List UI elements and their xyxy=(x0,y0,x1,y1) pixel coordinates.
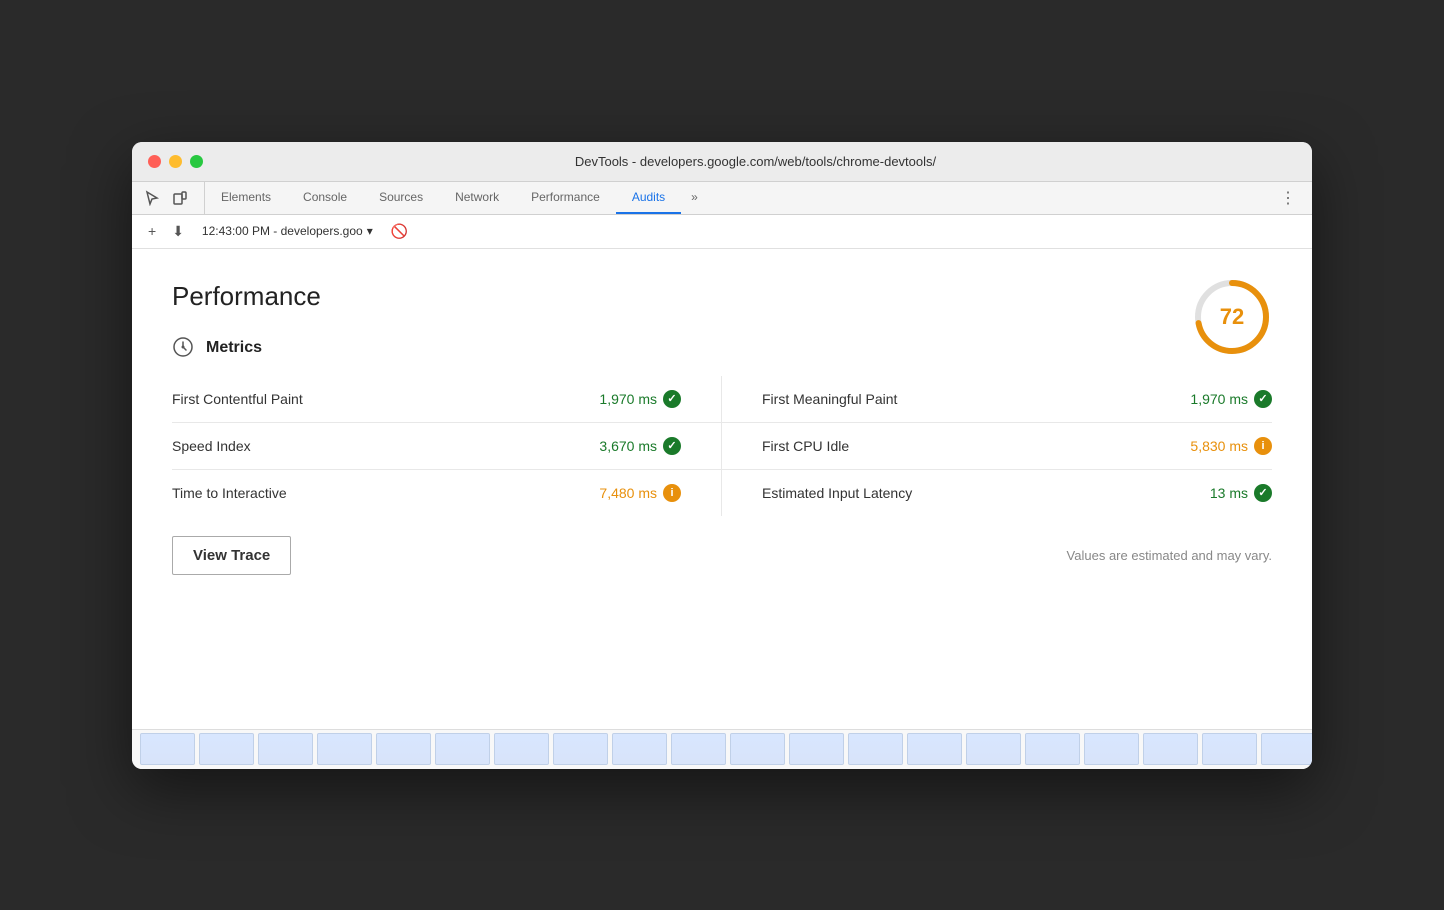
metric-name: First Meaningful Paint xyxy=(762,391,897,407)
tab-elements[interactable]: Elements xyxy=(205,182,287,214)
status-info-icon: i xyxy=(663,484,681,502)
audit-dropdown[interactable]: 12:43:00 PM - developers.goo ▾ xyxy=(196,222,379,240)
score-circle-container: 72 xyxy=(1192,277,1272,357)
status-check-icon: ✓ xyxy=(663,437,681,455)
metric-value-group: 7,480 ms i xyxy=(599,484,681,502)
film-frame[interactable] xyxy=(1025,733,1080,765)
film-frame[interactable] xyxy=(258,733,313,765)
cursor-icon-button[interactable] xyxy=(140,186,164,210)
metric-name: First Contentful Paint xyxy=(172,391,303,407)
metric-estimated-input-latency: Estimated Input Latency 13 ms ✓ xyxy=(722,470,1272,516)
metrics-clock-icon xyxy=(172,336,196,360)
metric-value: 13 ms xyxy=(1210,485,1248,501)
tab-network[interactable]: Network xyxy=(439,182,515,214)
metric-speed-index: Speed Index 3,670 ms ✓ xyxy=(172,423,722,470)
view-trace-button[interactable]: View Trace xyxy=(172,536,291,575)
tab-performance[interactable]: Performance xyxy=(515,182,616,214)
audit-time-label: 12:43:00 PM - developers.goo xyxy=(202,224,363,238)
download-button[interactable]: ⬇ xyxy=(168,221,188,242)
film-frame[interactable] xyxy=(730,733,785,765)
performance-title: Performance xyxy=(172,281,1272,312)
film-frame[interactable] xyxy=(907,733,962,765)
film-frame[interactable] xyxy=(435,733,490,765)
filmstrip xyxy=(132,729,1312,769)
tab-audits[interactable]: Audits xyxy=(616,182,681,214)
metrics-grid: First Contentful Paint 1,970 ms ✓ First … xyxy=(172,376,1272,516)
more-tabs-button[interactable]: » xyxy=(681,182,708,214)
film-frame[interactable] xyxy=(671,733,726,765)
window-controls xyxy=(148,155,203,168)
metric-name: First CPU Idle xyxy=(762,438,849,454)
metric-value-group: 5,830 ms i xyxy=(1190,437,1272,455)
film-frame[interactable] xyxy=(966,733,1021,765)
metric-value: 1,970 ms xyxy=(1190,391,1248,407)
main-content: 72 Performance Metrics First Contentful … xyxy=(132,249,1312,729)
metric-value-group: 1,970 ms ✓ xyxy=(599,390,681,408)
tab-console[interactable]: Console xyxy=(287,182,363,214)
no-entry-icon: 🚫 xyxy=(391,223,408,240)
toolbar-icons xyxy=(140,182,205,214)
metric-first-meaningful-paint: First Meaningful Paint 1,970 ms ✓ xyxy=(722,376,1272,423)
metric-value: 5,830 ms xyxy=(1190,438,1248,454)
minimize-button[interactable] xyxy=(169,155,182,168)
film-frame[interactable] xyxy=(848,733,903,765)
menu-dots-button[interactable]: ⋮ xyxy=(1272,182,1304,214)
metric-value-group: 3,670 ms ✓ xyxy=(599,437,681,455)
close-button[interactable] xyxy=(148,155,161,168)
film-frame[interactable] xyxy=(553,733,608,765)
metric-value-group: 13 ms ✓ xyxy=(1210,484,1272,502)
download-icon: ⬇ xyxy=(172,223,184,240)
score-circle: 72 xyxy=(1192,277,1272,357)
metric-value-group: 1,970 ms ✓ xyxy=(1190,390,1272,408)
no-entry-button[interactable]: 🚫 xyxy=(387,221,412,242)
metric-value: 1,970 ms xyxy=(599,391,657,407)
film-frame[interactable] xyxy=(1202,733,1257,765)
metric-first-cpu-idle: First CPU Idle 5,830 ms i xyxy=(722,423,1272,470)
tab-sources[interactable]: Sources xyxy=(363,182,439,214)
film-frame[interactable] xyxy=(317,733,372,765)
device-icon xyxy=(172,190,188,206)
maximize-button[interactable] xyxy=(190,155,203,168)
score-number: 72 xyxy=(1220,304,1244,330)
film-frame[interactable] xyxy=(1261,733,1312,765)
clock-icon xyxy=(172,336,194,358)
window-title: DevTools - developers.google.com/web/too… xyxy=(215,154,1296,169)
metric-name: Time to Interactive xyxy=(172,485,287,501)
add-audit-button[interactable]: + xyxy=(144,221,160,241)
metric-name: Speed Index xyxy=(172,438,251,454)
metric-name: Estimated Input Latency xyxy=(762,485,912,501)
dropdown-arrow-icon: ▾ xyxy=(367,224,373,238)
device-toggle-button[interactable] xyxy=(168,186,192,210)
metric-value: 7,480 ms xyxy=(599,485,657,501)
title-bar: DevTools - developers.google.com/web/too… xyxy=(132,142,1312,182)
sub-toolbar: + ⬇ 12:43:00 PM - developers.goo ▾ 🚫 xyxy=(132,215,1312,249)
film-frame[interactable] xyxy=(789,733,844,765)
metrics-header: Metrics xyxy=(172,336,1272,360)
status-check-icon: ✓ xyxy=(1254,390,1272,408)
film-frame[interactable] xyxy=(1143,733,1198,765)
metric-value: 3,670 ms xyxy=(599,438,657,454)
status-check-icon: ✓ xyxy=(663,390,681,408)
disclaimer-text: Values are estimated and may vary. xyxy=(1067,548,1272,563)
metrics-title: Metrics xyxy=(206,339,262,357)
plus-icon: + xyxy=(148,223,156,239)
metric-time-to-interactive: Time to Interactive 7,480 ms i xyxy=(172,470,722,516)
status-info-icon: i xyxy=(1254,437,1272,455)
film-frame[interactable] xyxy=(494,733,549,765)
film-frame[interactable] xyxy=(140,733,195,765)
cursor-icon xyxy=(144,190,160,206)
film-frame[interactable] xyxy=(612,733,667,765)
filmstrip-inner xyxy=(132,729,1312,769)
film-frame[interactable] xyxy=(376,733,431,765)
metric-first-contentful-paint: First Contentful Paint 1,970 ms ✓ xyxy=(172,376,722,423)
devtools-window: DevTools - developers.google.com/web/too… xyxy=(132,142,1312,769)
tab-bar: Elements Console Sources Network Perform… xyxy=(132,182,1312,215)
status-check-icon: ✓ xyxy=(1254,484,1272,502)
view-trace-section: View Trace Values are estimated and may … xyxy=(172,536,1272,575)
film-frame[interactable] xyxy=(199,733,254,765)
film-frame[interactable] xyxy=(1084,733,1139,765)
